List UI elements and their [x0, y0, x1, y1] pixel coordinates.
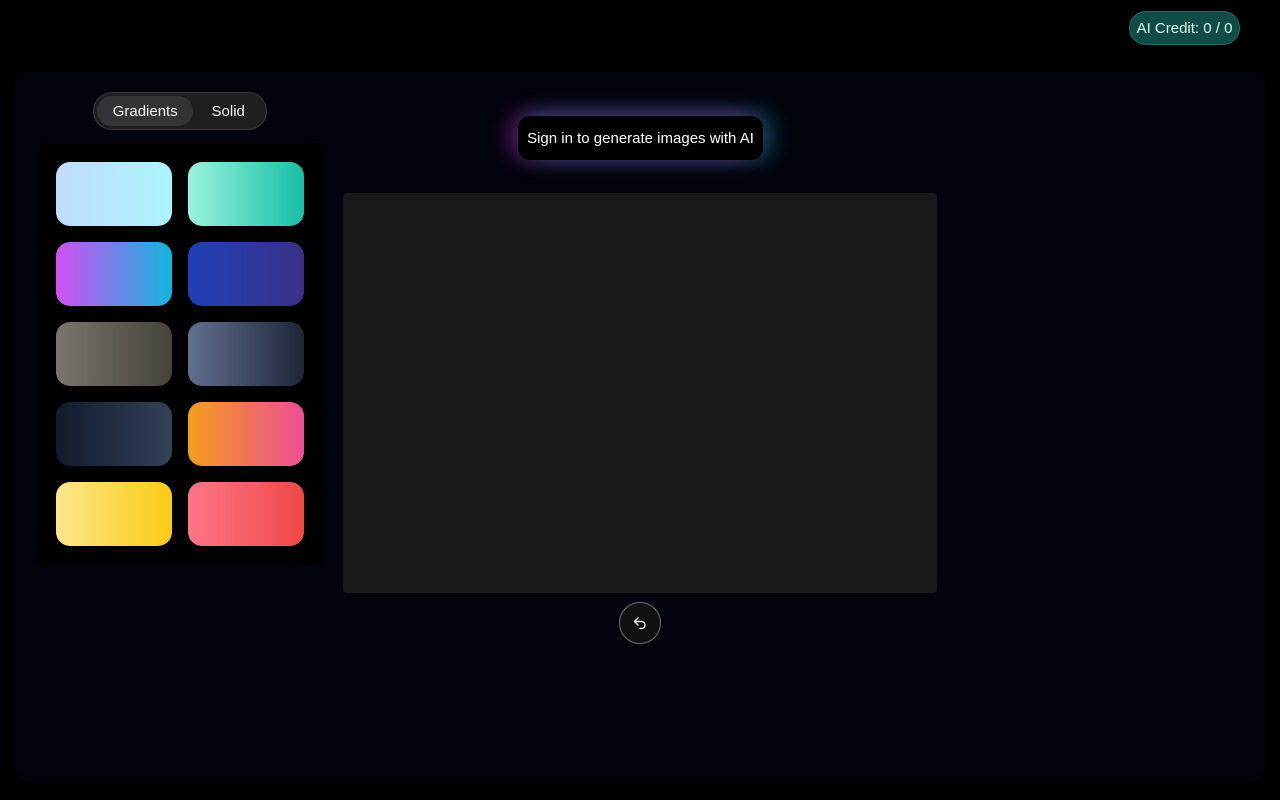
gradient-swatch[interactable] — [56, 162, 172, 226]
undo-button[interactable] — [619, 602, 661, 644]
gradient-swatch[interactable] — [188, 482, 304, 546]
background-type-toggle: Gradients Solid — [93, 92, 267, 130]
gradient-swatch[interactable] — [56, 482, 172, 546]
tab-solid[interactable]: Solid — [193, 96, 263, 126]
gradient-swatch[interactable] — [188, 162, 304, 226]
tab-gradients[interactable]: Gradients — [97, 96, 194, 126]
gradient-swatch[interactable] — [188, 322, 304, 386]
image-canvas[interactable] — [343, 193, 937, 593]
undo-arrow-icon — [633, 617, 646, 630]
gradient-swatch[interactable] — [188, 402, 304, 466]
ai-credit-badge: AI Credit: 0 / 0 — [1129, 11, 1240, 45]
gradient-swatch[interactable] — [56, 322, 172, 386]
gradient-swatch-panel — [37, 143, 323, 565]
gradient-swatch[interactable] — [56, 242, 172, 306]
gradient-swatch[interactable] — [188, 242, 304, 306]
gradient-swatch[interactable] — [56, 402, 172, 466]
signin-generate-button[interactable]: Sign in to generate images with AI — [518, 116, 763, 160]
